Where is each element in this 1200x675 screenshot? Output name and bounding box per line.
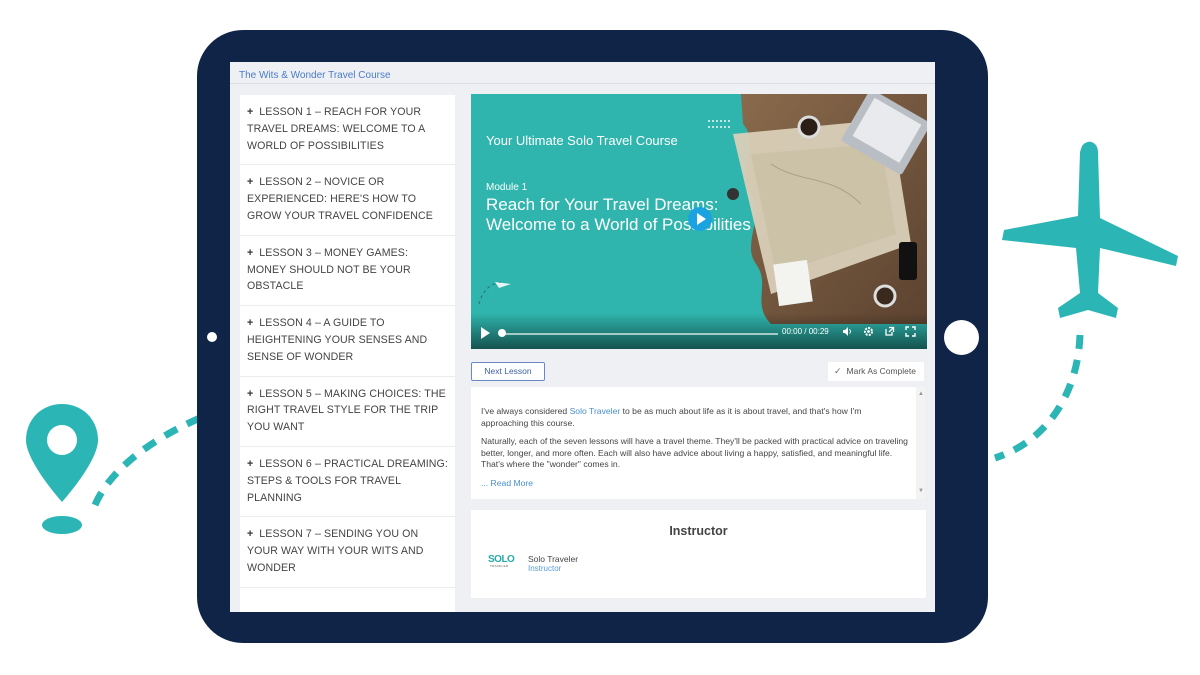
external-link-icon[interactable] xyxy=(884,326,895,337)
instructor-card: Instructor SOLO TRAVELER Solo Traveler In… xyxy=(471,510,926,598)
description-paragraph-1: I've always considered Solo Traveler to … xyxy=(481,406,909,429)
course-title[interactable]: The Wits & Wonder Travel Course xyxy=(230,62,935,84)
tablet-home-button xyxy=(944,320,979,355)
video-subtitle: Your Ultimate Solo Travel Course xyxy=(486,133,678,148)
plus-icon: + xyxy=(247,176,254,189)
lesson-label: LESSON 1 – REACH FOR YOUR TRAVEL DREAMS:… xyxy=(247,106,425,152)
fullscreen-icon[interactable] xyxy=(905,326,916,337)
scroll-up-icon[interactable]: ▲ xyxy=(918,389,924,401)
volume-icon[interactable] xyxy=(842,326,853,337)
location-pin-icon xyxy=(26,404,98,534)
lesson-label: LESSON 7 – SENDING YOU ON YOUR WAY WITH … xyxy=(247,528,424,574)
description-scrollbar[interactable]: ▲ ▼ xyxy=(916,387,925,499)
time-current: 00:00 xyxy=(782,327,803,336)
lesson-item-4[interactable]: + LESSON 4 – A GUIDE TO HEIGHTENING YOUR … xyxy=(240,306,455,377)
progress-track[interactable] xyxy=(500,333,778,335)
description-paragraph-2: Naturally, each of the seven lessons wil… xyxy=(481,436,908,469)
lesson-label: LESSON 6 – PRACTICAL DREAMING: STEPS & T… xyxy=(247,457,448,504)
instructor-heading: Instructor xyxy=(669,524,728,538)
video-module-label: Module 1 xyxy=(486,182,528,193)
tablet-screen: The Wits & Wonder Travel Course + LESSON … xyxy=(230,62,935,612)
progress-knob[interactable] xyxy=(498,329,506,337)
big-play-button[interactable] xyxy=(688,207,712,231)
plus-icon: + xyxy=(247,387,254,400)
lesson-sidebar: + LESSON 1 – REACH FOR YOUR TRAVEL DREAMS… xyxy=(240,95,455,612)
logo-subtext: TRAVELER xyxy=(490,564,509,568)
checkmark-icon: ✓ xyxy=(834,366,842,376)
settings-icon[interactable] xyxy=(863,326,874,337)
scroll-down-icon[interactable]: ▼ xyxy=(918,486,924,498)
lesson-item-1[interactable]: + LESSON 1 – REACH FOR YOUR TRAVEL DREAMS… xyxy=(240,95,455,166)
lesson-item-2[interactable]: + LESSON 2 – NOVICE OR EXPERIENCED: HERE'… xyxy=(240,165,455,236)
airplane-icon xyxy=(1002,141,1178,318)
lesson-label: LESSON 5 – MAKING CHOICES: THE RIGHT TRA… xyxy=(247,387,446,434)
time-separator: / xyxy=(804,327,807,336)
solo-traveler-logo: SOLO TRAVELER xyxy=(488,554,518,568)
play-icon[interactable] xyxy=(481,327,490,339)
lesson-description: I've always considered Solo Traveler to … xyxy=(471,387,925,499)
plus-icon: + xyxy=(247,528,254,541)
lesson-label: LESSON 3 – MONEY GAMES: MONEY SHOULD NOT… xyxy=(247,246,411,293)
time-total: 00:29 xyxy=(808,327,829,336)
instructor-name[interactable]: Solo Traveler xyxy=(528,554,578,564)
plus-icon: + xyxy=(247,246,254,259)
lesson-item-3[interactable]: + LESSON 3 – MONEY GAMES: MONEY SHOULD NO… xyxy=(240,236,455,307)
next-lesson-button[interactable]: Next Lesson xyxy=(471,362,545,381)
plus-icon: + xyxy=(247,457,254,470)
mark-complete-button[interactable]: ✓ Mark As Complete xyxy=(828,362,924,381)
solo-traveler-link[interactable]: Solo Traveler xyxy=(570,406,621,416)
lesson-item-7[interactable]: + LESSON 7 – SENDING YOU ON YOUR WAY WITH… xyxy=(240,517,455,588)
instructor-role: Instructor xyxy=(528,564,562,573)
time-display: 00:00 / 00:29 xyxy=(782,327,829,336)
lesson-item-6[interactable]: + LESSON 6 – PRACTICAL DREAMING: STEPS & … xyxy=(240,447,455,518)
read-more-link[interactable]: ... Read More xyxy=(481,478,533,488)
description-text: I've always considered xyxy=(481,406,570,416)
plus-icon: + xyxy=(247,106,254,118)
plus-icon: + xyxy=(247,317,254,330)
tablet-camera xyxy=(207,332,217,342)
lesson-item-5[interactable]: + LESSON 5 – MAKING CHOICES: THE RIGHT TR… xyxy=(240,377,455,447)
mark-complete-label: Mark As Complete xyxy=(846,366,916,376)
video-player[interactable]: Your Ultimate Solo Travel Course Module … xyxy=(471,94,927,349)
video-title: Reach for Your Travel Dreams: Welcome to… xyxy=(486,195,751,234)
lesson-label: LESSON 4 – A GUIDE TO HEIGHTENING YOUR S… xyxy=(247,317,428,363)
video-controls: 00:00 / 00:29 xyxy=(471,313,927,349)
lesson-label: LESSON 2 – NOVICE OR EXPERIENCED: HERE'S… xyxy=(247,176,433,222)
